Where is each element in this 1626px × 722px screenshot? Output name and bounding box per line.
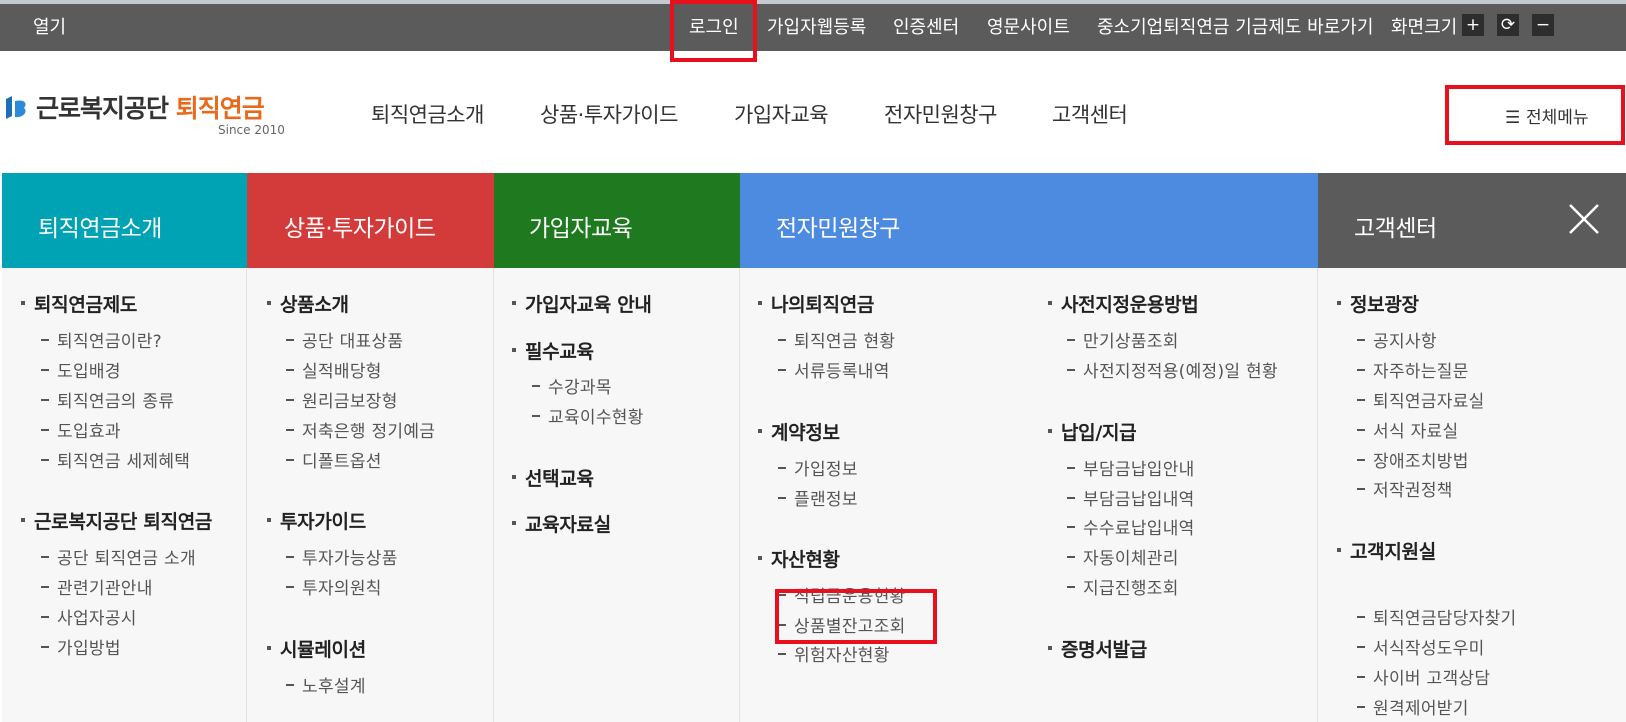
col-title: 상품·투자가이드 xyxy=(284,216,436,242)
menu-item[interactable]: 원격제어받기 xyxy=(1357,694,1469,719)
menu-item[interactable]: 자동이체관리 xyxy=(1067,544,1179,569)
col-head-civil[interactable]: 전자민원창구 xyxy=(740,173,1318,268)
menu-heading[interactable]: 근로복지공단 퇴직연금 xyxy=(20,507,212,534)
menu-item[interactable]: 공단 대표상품 xyxy=(285,327,403,352)
col-head-intro[interactable]: 퇴직연금소개 xyxy=(2,173,247,268)
col-title: 전자민원창구 xyxy=(776,216,900,242)
menu-item[interactable]: 위험자산현황 xyxy=(778,641,890,666)
nav-customer[interactable]: 고객센터 xyxy=(1052,99,1128,129)
highlight-box-asset-management xyxy=(775,589,937,644)
menu-heading[interactable]: 상품소개 xyxy=(267,290,349,317)
menu-item[interactable]: 원리금보장형 xyxy=(286,387,398,412)
menu-item[interactable]: 부담금납입안내 xyxy=(1067,455,1195,480)
menu-heading[interactable]: 납입/지급 xyxy=(1047,418,1137,445)
zoom-in-button[interactable]: + xyxy=(1462,14,1484,36)
logo-accent-text: 퇴직연금 xyxy=(175,94,265,123)
menu-item[interactable]: 사전지정적용(예정)일 현황 xyxy=(1067,357,1278,382)
menu-item[interactable]: 관련기관안내 xyxy=(41,574,153,599)
menu-item[interactable]: 저작권정책 xyxy=(1357,476,1453,501)
open-menu-link[interactable]: 열기 xyxy=(33,13,66,39)
menu-item[interactable]: 플랜정보 xyxy=(778,485,858,510)
menu-item[interactable]: 공지사항 xyxy=(1357,327,1437,352)
menu-heading[interactable]: 필수교육 xyxy=(512,337,594,364)
col-head-education[interactable]: 가입자교육 xyxy=(494,173,740,268)
menu-item[interactable]: 도입배경 xyxy=(41,357,121,382)
menu-heading[interactable]: 나의퇴직연금 xyxy=(757,290,874,317)
menu-item[interactable]: 실적배당형 xyxy=(286,357,382,382)
menu-item[interactable]: 가입정보 xyxy=(778,455,858,480)
menu-heading[interactable]: 시뮬레이션 xyxy=(267,635,366,662)
menu-item[interactable]: 만기상품조회 xyxy=(1067,327,1179,352)
menu-item[interactable]: 투자의원칙 xyxy=(286,574,382,599)
menu-item[interactable]: 수강과목 xyxy=(532,373,612,398)
menu-item[interactable]: 노후설계 xyxy=(286,672,366,697)
nav-civil[interactable]: 전자민원창구 xyxy=(884,99,997,129)
menu-item[interactable]: 서식 자료실 xyxy=(1356,417,1458,442)
site-logo[interactable]: 근로복지공단 퇴직연금 xyxy=(36,89,265,125)
menu-item[interactable]: 부담금납입내역 xyxy=(1067,485,1195,510)
sme-fund-link[interactable]: 중소기업퇴직연금 기금제도 바로가기 xyxy=(1097,13,1373,39)
menu-item[interactable]: 저축은행 정기예금 xyxy=(285,417,435,442)
highlight-box-login xyxy=(670,0,757,62)
menu-item[interactable]: 자주하는질문 xyxy=(1357,357,1469,382)
menu-item[interactable]: 퇴직연금담당자찾기 xyxy=(1356,604,1516,629)
menu-heading[interactable]: 계약정보 xyxy=(758,418,840,445)
col-head-product[interactable]: 상품·투자가이드 xyxy=(247,173,494,268)
col-title: 퇴직연금소개 xyxy=(38,216,162,242)
menu-heading[interactable]: 교육자료실 xyxy=(512,510,611,537)
menu-heading[interactable]: 가입자교육 안내 xyxy=(512,290,652,317)
menu-item[interactable]: 투자가능상품 xyxy=(286,544,398,569)
zoom-reset-button[interactable]: ⟳ xyxy=(1497,14,1519,36)
zoom-out-button[interactable]: − xyxy=(1532,14,1554,36)
menu-item[interactable]: 교육이수현황 xyxy=(532,403,644,428)
highlight-box-all-menu xyxy=(1445,85,1625,145)
menu-heading[interactable]: 사전지정운용방법 xyxy=(1047,290,1199,317)
cert-center-link[interactable]: 인증센터 xyxy=(893,13,959,39)
menu-heading[interactable]: 자산현황 xyxy=(758,545,840,572)
nav-intro[interactable]: 퇴직연금소개 xyxy=(371,99,484,129)
menu-item[interactable]: 장애조치방법 xyxy=(1357,447,1469,472)
menu-item[interactable]: 퇴직연금 현황 xyxy=(777,327,895,352)
menu-item[interactable]: 서류등록내역 xyxy=(778,357,890,382)
menu-item[interactable]: 지급진행조회 xyxy=(1067,574,1179,599)
close-icon[interactable] xyxy=(1564,199,1604,239)
menu-item[interactable]: 공단 퇴직연금 소개 xyxy=(41,544,196,569)
col-title: 고객센터 xyxy=(1354,216,1437,242)
menu-heading[interactable]: 투자가이드 xyxy=(267,507,366,534)
screen-size-label: 화면크기 xyxy=(1391,17,1458,38)
menu-item[interactable]: 사이버 고객상담 xyxy=(1356,664,1490,689)
menu-item[interactable]: 서식작성도우미 xyxy=(1357,634,1485,659)
menu-item[interactable]: 퇴직연금자료실 xyxy=(1357,387,1485,412)
logo-icon xyxy=(6,96,26,119)
menu-item[interactable]: 가입방법 xyxy=(41,634,121,659)
menu-item[interactable]: 디폴트옵션 xyxy=(286,447,382,472)
nav-education[interactable]: 가입자교육 xyxy=(734,99,829,129)
menu-heading[interactable]: 퇴직연금제도 xyxy=(20,290,137,317)
menu-item[interactable]: 퇴직연금의 종류 xyxy=(40,387,174,412)
web-register-link[interactable]: 가입자웹등록 xyxy=(767,13,866,39)
utility-bar: 열기 로그인 가입자웹등록 인증센터 영문사이트 중소기업퇴직연금 기금제도 바… xyxy=(0,0,1626,51)
menu-heading[interactable]: 증명서발급 xyxy=(1048,635,1147,662)
col-title: 가입자교육 xyxy=(529,216,633,242)
menu-item[interactable]: 퇴직연금이란? xyxy=(41,327,162,352)
menu-item[interactable]: 도입효과 xyxy=(41,417,121,442)
menu-heading[interactable]: 고객지원실 xyxy=(1337,537,1436,564)
menu-item[interactable]: 수수료납입내역 xyxy=(1067,514,1195,539)
english-site-link[interactable]: 영문사이트 xyxy=(987,13,1070,39)
menu-heading[interactable]: 정보광장 xyxy=(1337,290,1419,317)
menu-item[interactable]: 사업자공시 xyxy=(41,604,137,629)
nav-product[interactable]: 상품·투자가이드 xyxy=(540,99,678,129)
logo-since: Since 2010 xyxy=(218,123,285,137)
logo-text: 근로복지공단 xyxy=(36,94,176,123)
menu-heading[interactable]: 선택교육 xyxy=(512,464,594,491)
menu-item[interactable]: 퇴직연금 세제혜택 xyxy=(40,447,190,472)
site-header: 근로복지공단 퇴직연금 Since 2010 퇴직연금소개 상품·투자가이드 가… xyxy=(0,51,1626,173)
